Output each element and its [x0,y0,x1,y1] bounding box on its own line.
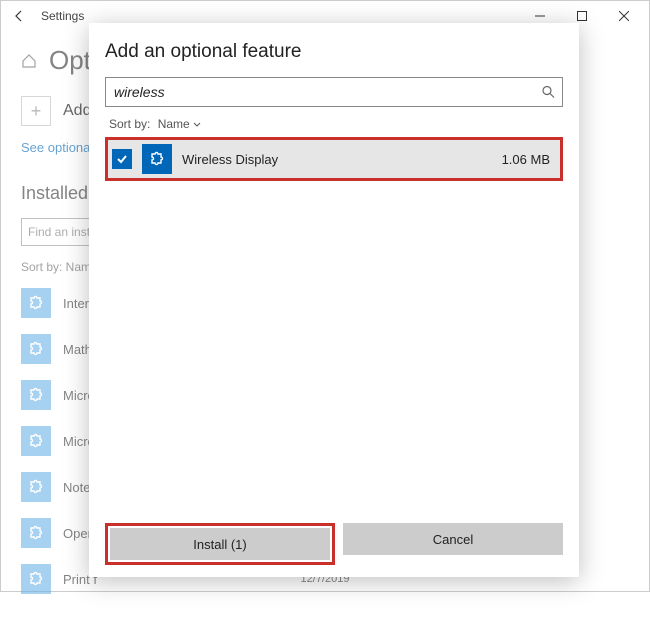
add-feature-modal: Add an optional feature Sort by: Name Wi… [89,23,579,577]
puzzle-icon [21,518,51,548]
list-item-label: Math [63,342,92,357]
puzzle-icon [142,144,172,174]
back-button[interactable] [5,2,33,30]
arrow-left-icon [12,9,26,23]
checkmark-icon [116,153,128,165]
search-box [105,77,563,107]
feature-size: 1.06 MB [502,152,550,167]
puzzle-icon [21,288,51,318]
maximize-icon [577,11,587,21]
search-icon[interactable] [542,86,555,99]
home-icon[interactable] [21,53,37,69]
feature-name: Wireless Display [182,152,492,167]
minimize-icon [535,11,545,21]
plus-icon: + [21,96,51,126]
modal-sort[interactable]: Sort by: Name [105,117,563,131]
sort-label: Sort by: [109,117,150,131]
puzzle-icon [21,334,51,364]
window-title: Settings [41,9,519,23]
search-input[interactable] [105,77,563,107]
feature-checkbox[interactable] [112,149,132,169]
sort-field: Name [158,117,190,131]
close-button[interactable] [603,2,645,30]
page-title: Opt [49,45,91,76]
puzzle-icon [21,380,51,410]
puzzle-icon [21,472,51,502]
close-icon [619,11,629,21]
modal-title: Add an optional feature [105,41,563,63]
cancel-button[interactable]: Cancel [343,523,563,555]
feature-item[interactable]: Wireless Display 1.06 MB [105,137,563,181]
modal-buttons: Install (1) Cancel [105,523,563,565]
chevron-down-icon [192,119,202,129]
install-button[interactable]: Install (1) [110,528,330,560]
puzzle-icon [21,426,51,456]
